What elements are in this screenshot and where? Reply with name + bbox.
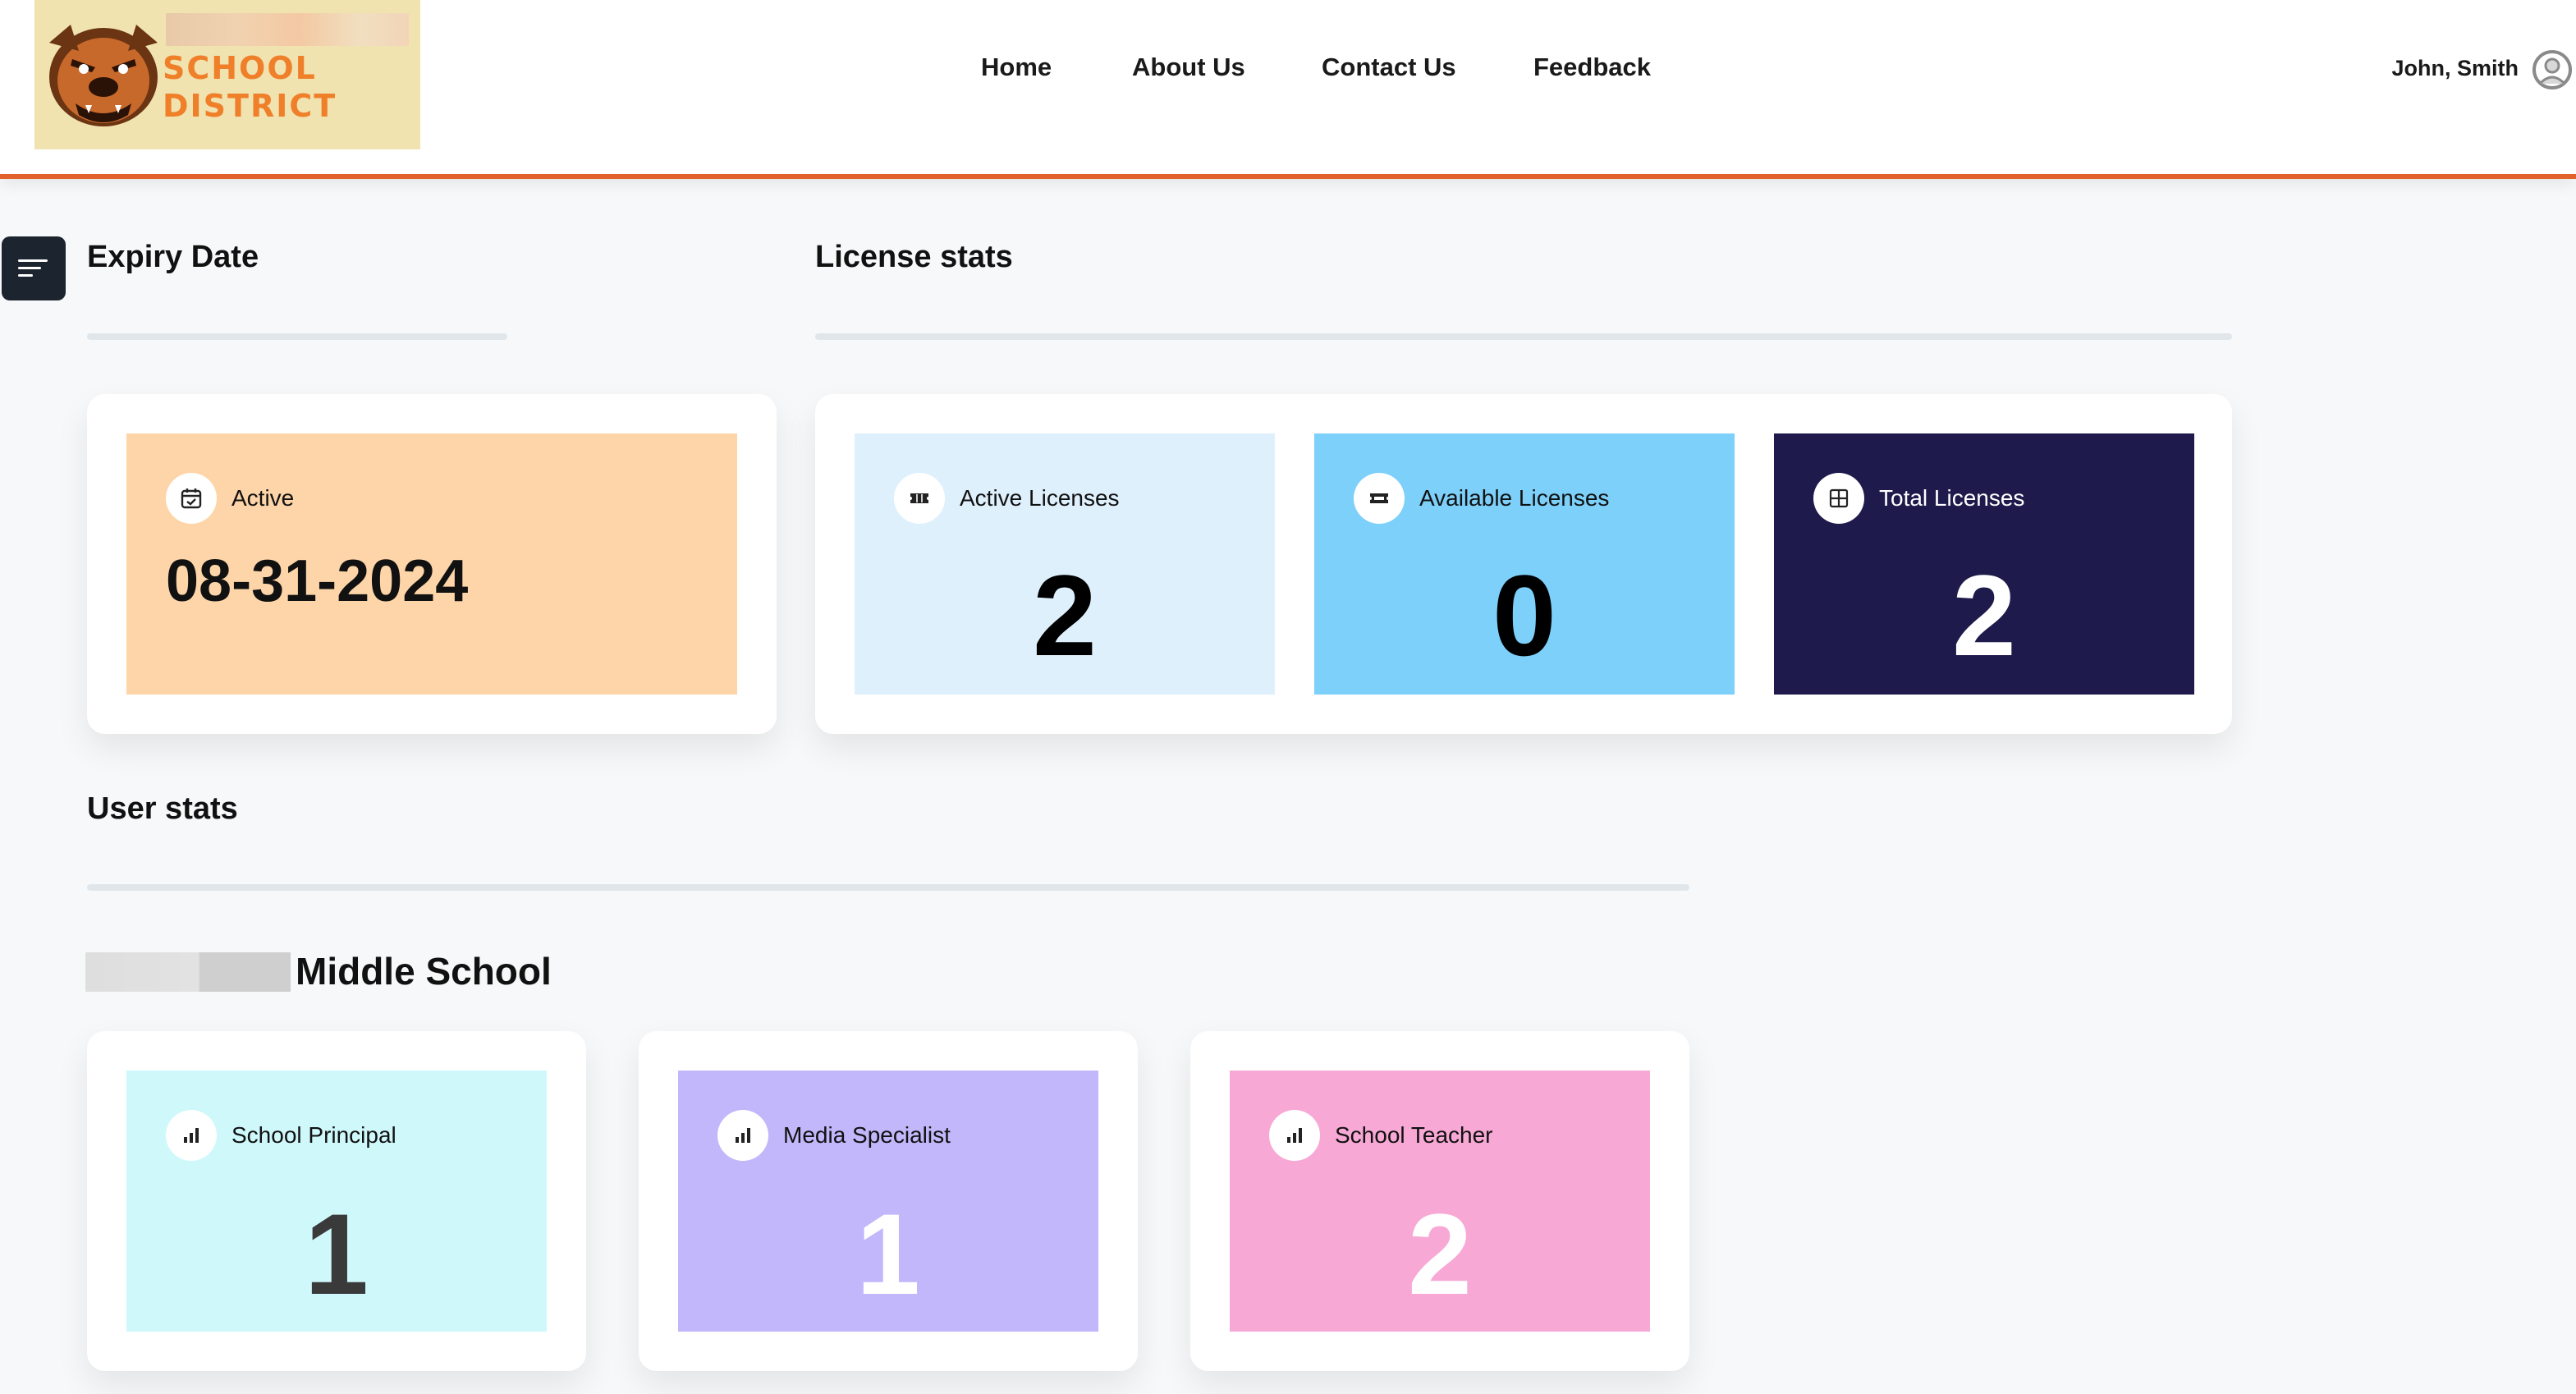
school-teacher-value: 2 [1408,1190,1472,1318]
media-specialist-label: Media Specialist [783,1122,951,1148]
school-name-heading: Middle School [296,950,552,993]
school-name-redacted [85,952,291,992]
school-teacher-label: School Teacher [1335,1122,1493,1148]
school-principal-value: 1 [305,1190,369,1318]
available-licenses-value: 0 [1492,551,1556,680]
total-licenses-card: Total Licenses 2 [1774,433,2194,695]
ticket-icon [894,473,945,524]
media-specialist-card: Media Specialist 1 [678,1071,1098,1332]
license-stats-panel: Active Licenses 2 Available Licenses 0 T… [815,394,2232,734]
school-district-logo[interactable]: SCHOOL DISTRICT [34,0,420,149]
bar-chart-icon [166,1110,217,1161]
expiry-date-heading: Expiry Date [87,240,259,274]
active-licenses-label: Active Licenses [960,485,1120,511]
active-licenses-card: Active Licenses 2 [855,433,1275,695]
logo-line-2: DISTRICT [163,88,337,124]
available-licenses-label: Available Licenses [1419,485,1610,511]
nav-feedback-link[interactable]: Feedback [1533,53,1651,82]
school-teacher-panel: School Teacher 2 [1190,1031,1689,1371]
expiry-date-value: 08-31-2024 [166,548,469,614]
expiry-panel: Active 08-31-2024 [87,394,777,734]
expiry-card-header: Active [166,473,294,524]
sidebar-toggle-button[interactable] [2,236,66,300]
logo-line-1: SCHOOL [163,50,317,86]
available-licenses-card: Available Licenses 0 [1314,433,1735,695]
expiry-card: Active 08-31-2024 [126,433,737,695]
bulldog-mascot-icon [49,25,158,126]
user-avatar-icon[interactable] [2532,49,2573,90]
expiry-divider [87,333,507,340]
nav-home-link[interactable]: Home [981,53,1052,82]
license-stats-heading: License stats [815,240,1013,274]
media-specialist-value: 1 [856,1190,920,1318]
school-principal-label: School Principal [231,1122,396,1148]
user-stats-heading: User stats [87,791,238,826]
nav-about-us-link[interactable]: About Us [1132,53,1245,82]
school-principal-card: School Principal 1 [126,1071,547,1332]
grid-icon [1813,473,1864,524]
license-stats-divider [815,333,2232,340]
school-teacher-card: School Teacher 2 [1230,1071,1650,1332]
calendar-check-icon [166,473,217,524]
total-licenses-value: 2 [1952,551,2016,680]
user-name[interactable]: John, Smith [2392,56,2519,81]
bar-chart-icon [717,1110,768,1161]
media-specialist-panel: Media Specialist 1 [639,1031,1138,1371]
active-licenses-value: 2 [1033,551,1097,680]
logo-redacted-text [166,13,409,46]
user-stats-divider [87,884,1689,891]
top-header: SCHOOL DISTRICT Home About Us Contact Us… [0,0,2576,179]
ticket-outline-icon [1354,473,1405,524]
bar-chart-icon [1269,1110,1320,1161]
nav-contact-us-link[interactable]: Contact Us [1322,53,1456,82]
menu-lines-icon [18,259,48,262]
school-principal-panel: School Principal 1 [87,1031,586,1371]
total-licenses-label: Total Licenses [1879,485,2025,511]
expiry-status-label: Active [231,485,295,511]
